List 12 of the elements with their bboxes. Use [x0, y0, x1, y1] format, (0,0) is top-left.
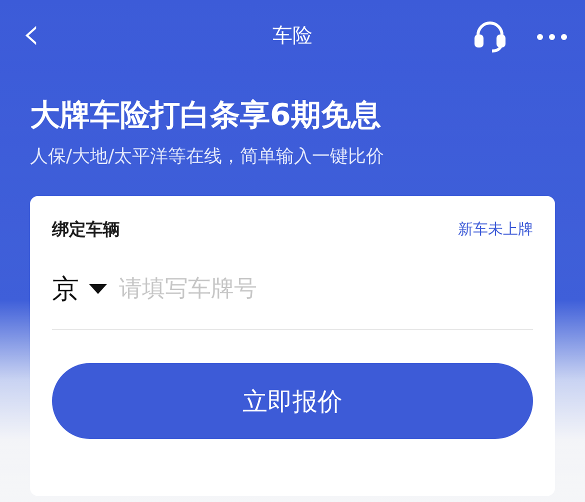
page-title: 车险 — [272, 22, 312, 49]
caret-icon[interactable] — [89, 284, 107, 294]
new-car-link[interactable]: 新车未上牌 — [458, 220, 533, 239]
plate-input-field[interactable]: 请填写车牌号 — [119, 276, 449, 302]
province-selector[interactable]: 京 — [52, 271, 79, 307]
quote-button[interactable]: 立即报价 — [52, 363, 533, 439]
headset-icon[interactable] — [473, 21, 507, 53]
back-icon[interactable]: ‹ — [22, 10, 40, 56]
more-icon[interactable] — [537, 34, 567, 40]
headline: 大牌车险打白条享6期免息 — [30, 97, 382, 135]
subtitle: 人保/大地/太平洋等在线，简单输入一键比价 — [30, 145, 386, 168]
card-title: 绑定车辆 — [52, 219, 120, 241]
